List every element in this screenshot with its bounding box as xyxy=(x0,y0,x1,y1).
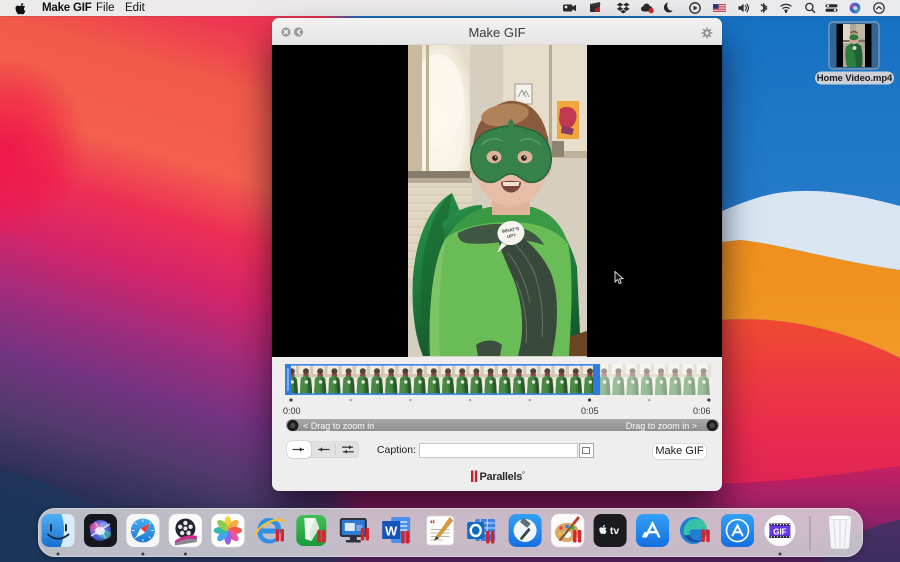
svg-text:Parallels: Parallels xyxy=(480,471,523,483)
svg-text:GIF: GIF xyxy=(773,528,786,537)
svg-text:“: “ xyxy=(430,518,436,530)
svg-text:W: W xyxy=(385,524,398,539)
svg-text:Home Video.mp4: Home Video.mp4 xyxy=(817,73,893,84)
svg-text:tv: tv xyxy=(610,525,619,537)
